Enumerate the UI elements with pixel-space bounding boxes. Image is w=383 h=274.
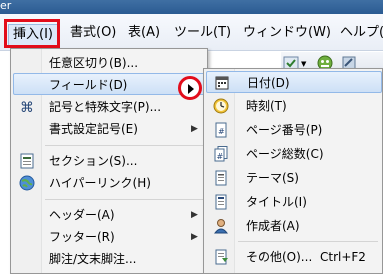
- svg-text:⌘: ⌘: [20, 100, 34, 115]
- menu-item-header[interactable]: ヘッダー(A) ▶: [13, 204, 205, 226]
- menu-item-footnote[interactable]: 脚注/文末脚注...: [13, 248, 205, 270]
- submenu-item-label: テーマ(S): [246, 171, 299, 185]
- menu-item-label: 記号と特殊文字(P)...: [49, 100, 162, 114]
- submenu-item-author[interactable]: 作成者(A): [206, 215, 382, 237]
- annotation-circle: [178, 76, 202, 100]
- submenu-item-date[interactable]: 日付(D): [206, 71, 382, 93]
- annotation-highlight-box: [4, 19, 60, 48]
- toolbar-dropdown-arrow-icon[interactable]: ▼: [301, 60, 306, 68]
- clock-icon: [213, 98, 229, 114]
- author-icon: [213, 218, 229, 234]
- svg-text:#: #: [218, 127, 225, 136]
- submenu-item-label: 時刻(T): [246, 99, 287, 113]
- svg-text:#: #: [217, 152, 224, 161]
- submenu-arrow-icon: ▶: [191, 210, 198, 220]
- menu-separator: [45, 199, 205, 200]
- page-number-icon: #: [213, 122, 229, 138]
- calendar-icon: [214, 75, 230, 91]
- menu-item-label: ハイパーリンク(H): [49, 176, 151, 190]
- submenu-item-page-count[interactable]: # ページ総数(C): [206, 143, 382, 165]
- menu-item-footer[interactable]: フッター(R) ▶: [13, 226, 205, 248]
- submenu-item-more-fields[interactable]: その他(O)... Ctrl+F2: [206, 246, 382, 268]
- menu-item-label: 脚注/文末脚注...: [49, 252, 137, 266]
- menu-item-section[interactable]: セクション(S)...: [13, 150, 205, 172]
- title-icon: [213, 194, 229, 210]
- window-title: er: [0, 0, 12, 12]
- menu-window[interactable]: ウィンドウ(W): [243, 22, 331, 44]
- menu-tools[interactable]: ツール(T): [174, 22, 231, 44]
- submenu-item-theme[interactable]: テーマ(S): [206, 167, 382, 189]
- window-title-bar: er: [0, 0, 383, 14]
- menu-table[interactable]: 表(A): [128, 22, 160, 44]
- submenu-item-label: タイトル(I): [246, 195, 307, 209]
- submenu-item-page-number[interactable]: # ページ番号(P): [206, 119, 382, 141]
- menu-item-label: フッター(R): [49, 230, 115, 244]
- submenu-arrow-icon: ▶: [191, 124, 198, 134]
- menu-separator: [45, 145, 205, 146]
- menu-item-label: ヘッダー(A): [49, 208, 115, 222]
- submenu-item-label: ページ総数(C): [246, 147, 324, 161]
- submenu-item-label: その他(O)...: [246, 250, 313, 264]
- submenu-arrow-icon: [188, 84, 194, 94]
- theme-icon: [213, 170, 229, 186]
- menu-item-label: セクション(S)...: [49, 154, 138, 168]
- submenu-item-title[interactable]: タイトル(I): [206, 191, 382, 213]
- submenu-item-shortcut: Ctrl+F2: [320, 250, 366, 264]
- submenu-arrow-icon: ▶: [191, 232, 198, 242]
- submenu-item-time[interactable]: 時刻(T): [206, 95, 382, 117]
- menu-item-formatting-mark[interactable]: 書式設定記号(E) ▶: [13, 118, 205, 140]
- submenu-item-label: ページ番号(P): [246, 123, 323, 137]
- special-character-icon: ⌘: [19, 99, 35, 115]
- menu-item-label: フィールド(D): [49, 78, 128, 92]
- menu-item-label: 書式設定記号(E): [49, 122, 138, 136]
- page-count-icon: #: [213, 146, 229, 162]
- menu-item-special-character[interactable]: ⌘ 記号と特殊文字(P)...: [13, 96, 205, 118]
- menu-format[interactable]: 書式(O): [70, 22, 116, 44]
- menu-help[interactable]: ヘルプ(H): [340, 22, 383, 44]
- submenu-item-label: 作成者(A): [246, 219, 300, 233]
- section-icon: [19, 153, 35, 169]
- menu-item-hyperlink[interactable]: ハイパーリンク(H): [13, 172, 205, 194]
- menu-item-fields[interactable]: フィールド(D): [13, 73, 205, 95]
- menu-separator: [238, 241, 378, 242]
- menu-item-label: 任意区切り(B)...: [49, 56, 139, 70]
- hyperlink-globe-icon: [19, 175, 35, 191]
- field-submenu: 日付(D) 時刻(T) # ページ番号(P) # ページ総数(C) テーマ(S)…: [203, 68, 383, 274]
- more-fields-icon: [213, 249, 229, 265]
- menu-item-manual-break[interactable]: 任意区切り(B)...: [13, 52, 205, 74]
- submenu-item-label: 日付(D): [247, 76, 290, 90]
